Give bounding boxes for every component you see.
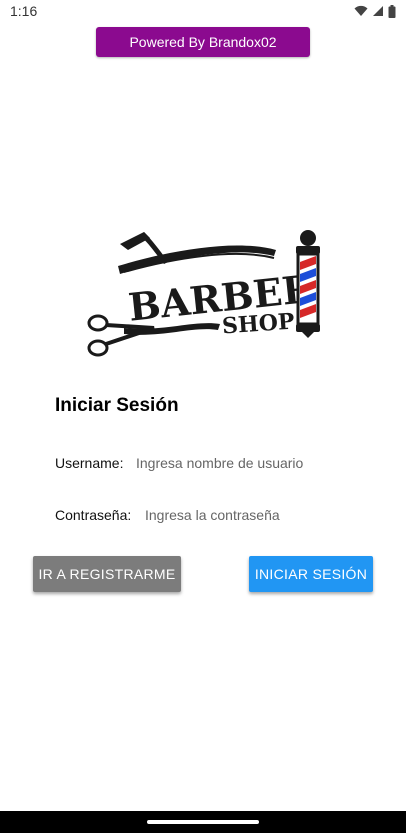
password-input[interactable] xyxy=(145,505,365,525)
status-bar: 1:16 xyxy=(0,0,406,22)
battery-icon xyxy=(388,4,396,18)
username-label: Username: xyxy=(55,455,124,471)
login-button[interactable]: INICIAR SESIÓN xyxy=(249,556,373,592)
home-gesture-handle[interactable] xyxy=(147,820,259,824)
banner-label: Powered By Brandox02 xyxy=(129,34,277,50)
powered-by-banner[interactable]: Powered By Brandox02 xyxy=(96,27,310,57)
wifi-icon xyxy=(354,5,368,16)
login-button-label: INICIAR SESIÓN xyxy=(254,566,368,582)
system-navigation-bar xyxy=(0,811,406,833)
signal-icon xyxy=(373,6,383,16)
barber-shop-logo: BARBER SHOP xyxy=(87,230,320,357)
username-input[interactable] xyxy=(136,453,366,473)
barber-pole-icon xyxy=(296,230,320,338)
logo-shop-text: SHOP xyxy=(221,309,295,340)
status-icons xyxy=(354,4,396,18)
password-label: Contraseña: xyxy=(55,507,132,523)
register-button-label: IR A REGISTRARME xyxy=(38,566,176,582)
page-title: Iniciar Sesión xyxy=(55,395,179,416)
status-time: 1:16 xyxy=(10,3,38,19)
go-to-register-button[interactable]: IR A REGISTRARME xyxy=(33,556,181,592)
